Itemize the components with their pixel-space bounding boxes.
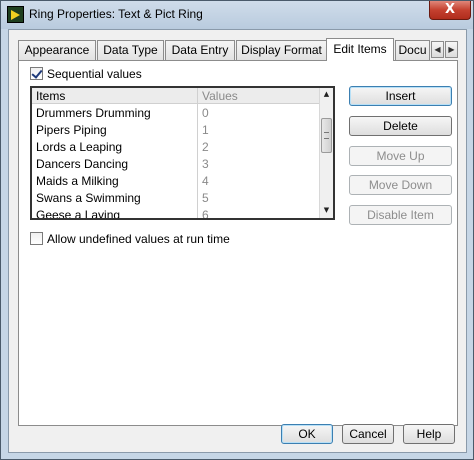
move-up-button[interactable]: Move Up bbox=[349, 146, 452, 166]
tab-strip: Appearance Data Type Data Entry Display … bbox=[18, 38, 458, 61]
table-row[interactable]: Swans a Swimming 5 bbox=[32, 190, 321, 207]
item-name[interactable]: Dancers Dancing bbox=[36, 157, 128, 171]
scroll-up-icon[interactable]: ▲ bbox=[320, 88, 333, 101]
help-button[interactable]: Help bbox=[403, 424, 455, 444]
tab-data-type[interactable]: Data Type bbox=[97, 40, 164, 60]
allow-undefined-checkbox[interactable] bbox=[30, 232, 43, 245]
scroll-down-icon[interactable]: ▼ bbox=[320, 204, 333, 217]
sequential-values-checkbox[interactable] bbox=[30, 67, 43, 80]
disable-item-button[interactable]: Disable Item bbox=[349, 205, 452, 225]
tab-scroll-left-icon[interactable]: ◀ bbox=[431, 41, 444, 58]
items-table[interactable]: Items Values Drummers Drumming 0 Pipers … bbox=[30, 86, 335, 220]
tab-edit-items[interactable]: Edit Items bbox=[326, 38, 394, 61]
tab-scroll-right-icon[interactable]: ▶ bbox=[445, 41, 458, 58]
properties-dialog: Ring Properties: Text & Pict Ring X Appe… bbox=[0, 0, 474, 460]
item-name[interactable]: Geese a Laying bbox=[36, 208, 120, 218]
ok-button[interactable]: OK bbox=[281, 424, 333, 444]
dialog-client-area: Appearance Data Type Data Entry Display … bbox=[8, 29, 467, 453]
tab-display-format[interactable]: Display Format bbox=[236, 40, 327, 60]
close-button[interactable]: X bbox=[429, 1, 471, 20]
item-value: 5 bbox=[202, 191, 209, 205]
values-column-header[interactable]: Values bbox=[202, 89, 238, 103]
item-name[interactable]: Maids a Milking bbox=[36, 174, 119, 188]
item-value: 1 bbox=[202, 123, 209, 137]
allow-undefined-label[interactable]: Allow undefined values at run time bbox=[47, 232, 230, 246]
delete-button[interactable]: Delete bbox=[349, 116, 452, 136]
labview-app-icon bbox=[7, 6, 24, 23]
table-row[interactable]: Maids a Milking 4 bbox=[32, 173, 321, 190]
tab-data-entry[interactable]: Data Entry bbox=[165, 40, 235, 60]
edit-items-panel: Sequential values Items Values Drummers … bbox=[18, 60, 458, 426]
tab-documentation[interactable]: Docu bbox=[395, 40, 430, 60]
item-value: 2 bbox=[202, 140, 209, 154]
move-down-button[interactable]: Move Down bbox=[349, 175, 452, 195]
sequential-values-label[interactable]: Sequential values bbox=[47, 67, 142, 81]
insert-button[interactable]: Insert bbox=[349, 86, 452, 106]
item-name[interactable]: Drummers Drumming bbox=[36, 106, 151, 120]
item-name[interactable]: Lords a Leaping bbox=[36, 140, 122, 154]
item-name[interactable]: Swans a Swimming bbox=[36, 191, 141, 205]
window-title: Ring Properties: Text & Pict Ring bbox=[29, 7, 203, 21]
item-value: 4 bbox=[202, 174, 209, 188]
items-table-header: Items Values bbox=[32, 88, 321, 104]
table-row[interactable]: Pipers Piping 1 bbox=[32, 122, 321, 139]
table-row[interactable]: Geese a Laying 6 bbox=[32, 207, 321, 218]
cancel-button[interactable]: Cancel bbox=[342, 424, 394, 444]
item-name[interactable]: Pipers Piping bbox=[36, 123, 107, 137]
items-column-header[interactable]: Items bbox=[36, 89, 65, 103]
title-bar[interactable]: Ring Properties: Text & Pict Ring X bbox=[1, 1, 473, 29]
items-scrollbar[interactable]: ▲ ▼ bbox=[319, 88, 333, 218]
tab-appearance[interactable]: Appearance bbox=[18, 40, 96, 60]
item-value: 0 bbox=[202, 106, 209, 120]
scroll-thumb[interactable] bbox=[321, 118, 332, 153]
table-row[interactable]: Drummers Drumming 0 bbox=[32, 105, 321, 122]
table-row[interactable]: Lords a Leaping 2 bbox=[32, 139, 321, 156]
table-row[interactable]: Dancers Dancing 3 bbox=[32, 156, 321, 173]
item-value: 6 bbox=[202, 208, 209, 218]
item-value: 3 bbox=[202, 157, 209, 171]
